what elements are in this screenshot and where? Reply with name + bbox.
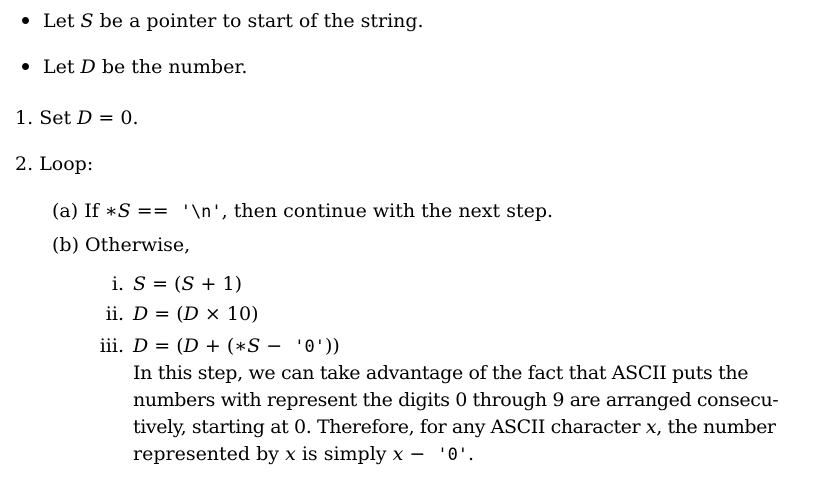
- substep-b: (b) Otherwise,: [52, 233, 190, 257]
- text: × 10): [198, 303, 259, 325]
- text: + 1): [194, 273, 242, 295]
- text: = 0.: [92, 107, 139, 129]
- step-1: 1. Set D = 0.: [15, 106, 139, 130]
- substep-i: S = (S + 1): [133, 272, 242, 296]
- text: = (: [148, 303, 184, 325]
- text: Let: [43, 10, 81, 32]
- text: = (: [148, 335, 184, 357]
- step-label: (b): [52, 234, 79, 256]
- step-label: (a): [52, 200, 79, 222]
- bullet-item-d: Let D be the number.: [43, 55, 247, 79]
- text: , the number: [656, 416, 776, 438]
- code: '0': [437, 445, 469, 465]
- substep-iii: D = (D + (∗S − '0')): [133, 334, 340, 359]
- math-var: D: [183, 335, 199, 357]
- bullet-icon: [22, 17, 29, 24]
- text: If ∗: [84, 200, 118, 222]
- text: −: [260, 335, 289, 357]
- substep-iii-label: iii.: [99, 335, 124, 357]
- text: tively, starting at 0. Therefore, for an…: [133, 416, 646, 438]
- text: + (∗: [198, 335, 248, 357]
- math-var: S: [247, 335, 261, 357]
- substep-ii-label: ii.: [105, 303, 124, 325]
- text: )): [325, 335, 340, 357]
- substep-i-label: i.: [111, 273, 124, 295]
- text: be a pointer to start of the string.: [93, 10, 424, 32]
- bullet-icon: [22, 63, 29, 70]
- step-label: 1.: [15, 107, 34, 129]
- bullet-item-s: Let S be a pointer to start of the strin…: [43, 9, 424, 33]
- math-var: D: [183, 303, 199, 325]
- text: Loop:: [39, 153, 94, 175]
- explanation-line: In this step, we can take advantage of t…: [133, 362, 749, 384]
- math-var: S: [133, 273, 147, 295]
- substep-a: (a) If ∗S == '\n', then continue with th…: [52, 199, 553, 224]
- math-var: x: [285, 443, 296, 465]
- substep-ii: D = (D × 10): [133, 302, 258, 326]
- code: '0': [294, 337, 326, 357]
- text: −: [403, 443, 432, 465]
- text: represented by: [133, 443, 286, 465]
- text: Otherwise,: [85, 234, 191, 256]
- text: = (: [146, 273, 182, 295]
- text: Set: [39, 107, 78, 129]
- math-var: S: [117, 200, 131, 222]
- math-var: S: [80, 10, 94, 32]
- step-label: 2.: [15, 153, 34, 175]
- math-var: D: [133, 335, 149, 357]
- text: Let: [43, 56, 81, 78]
- math-var: S: [181, 273, 195, 295]
- math-var: D: [77, 107, 93, 129]
- math-var: D: [133, 303, 149, 325]
- text: is simply: [295, 443, 393, 465]
- math-var: x: [645, 416, 657, 438]
- explanation-line: numbers with represent the digits 0 thro…: [133, 389, 779, 411]
- text: ==: [130, 200, 175, 222]
- explanation-line: represented by x is simply x − '0'.: [133, 442, 474, 467]
- text: be the number.: [95, 56, 248, 78]
- math-var: D: [80, 56, 96, 78]
- text: .: [468, 443, 475, 465]
- step-2: 2. Loop:: [15, 152, 93, 176]
- text: , then continue with the next step.: [221, 200, 554, 222]
- explanation-line: tively, starting at 0. Therefore, for an…: [133, 415, 776, 439]
- code: '\n': [180, 202, 222, 222]
- math-var: x: [392, 443, 404, 465]
